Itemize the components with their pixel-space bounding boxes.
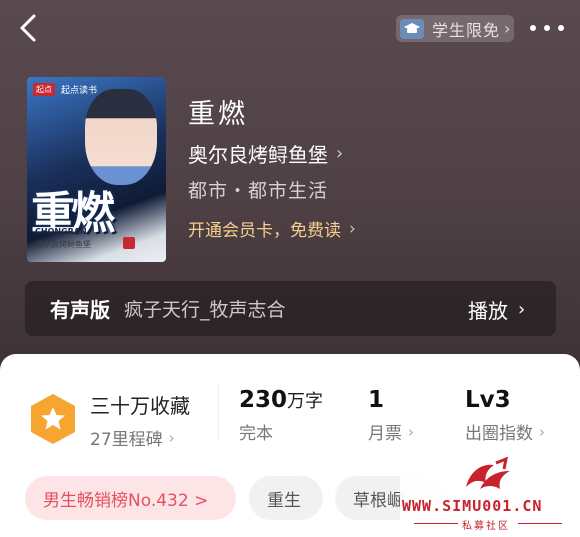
more-dot xyxy=(544,25,550,31)
stat-divider xyxy=(218,384,219,440)
vip-prompt: 开通会员卡，免费读 xyxy=(188,221,341,241)
cover-illustration xyxy=(85,89,157,185)
words-stat: 230万字 完本 xyxy=(239,387,323,444)
more-dot xyxy=(558,25,564,31)
watermark-sub: 私募社区 xyxy=(462,521,510,532)
author-link[interactable]: 奥尔良烤鲟鱼堡 › xyxy=(188,139,343,168)
book-genre: 都市・都市生活 xyxy=(188,180,329,202)
chevron-right-icon: › xyxy=(539,422,545,441)
word-count-unit: 万字 xyxy=(287,391,324,412)
chevron-right-icon: › xyxy=(336,143,344,164)
more-button[interactable] xyxy=(530,20,564,36)
popularity-level: Lv3 xyxy=(465,387,511,413)
tag-rebirth[interactable]: 重生 xyxy=(249,476,323,520)
audio-version-bar[interactable]: 有声版 疯子天行_牧声志合 播放 › xyxy=(25,281,556,336)
book-title: 重燃 xyxy=(188,99,248,130)
audio-narrator: 疯子天行_牧声志合 xyxy=(124,299,286,321)
monthly-vote-label: 月票 xyxy=(368,424,402,444)
popularity-label: 出圈指数 xyxy=(465,424,533,444)
monthly-vote-count: 1 xyxy=(368,387,385,413)
chevron-right-icon: › xyxy=(518,299,526,320)
book-cover[interactable]: 起点 起点读书 重燃 CHONGRAN 奥尔良烤鲟鱼堡 xyxy=(27,77,166,262)
play-button[interactable]: 播放 › xyxy=(468,295,525,324)
popularity-index-stat[interactable]: Lv3 出圈指数 › xyxy=(465,387,545,444)
student-free-badge[interactable]: 学生限免 › xyxy=(396,15,514,42)
cover-logo: 起点 xyxy=(33,83,55,96)
collect-stat[interactable]: 三十万收藏 27里程碑 › xyxy=(90,390,190,450)
watermark-line xyxy=(518,523,562,524)
top-bar: 学生限免 › xyxy=(0,0,580,58)
word-count-number: 230 xyxy=(239,387,288,413)
completion-status: 完本 xyxy=(239,424,273,444)
watermark-logo xyxy=(466,457,510,489)
site-watermark: WWW.SIMU001.CN 私募社区 xyxy=(400,455,580,537)
author-name: 奥尔良烤鲟鱼堡 xyxy=(188,143,328,167)
cover-author: 奥尔良烤鲟鱼堡 xyxy=(35,240,91,249)
student-badge-label: 学生限免 xyxy=(432,20,501,40)
watermark-line xyxy=(414,523,458,524)
milestone-label: 27里程碑 xyxy=(90,430,163,450)
milestone-link[interactable]: 27里程碑 › xyxy=(90,425,190,451)
audio-label: 有声版 xyxy=(50,298,110,322)
cover-pinyin: CHONGRAN xyxy=(35,227,87,236)
watermark-site: WWW.SIMU001.CN xyxy=(402,497,543,515)
back-button[interactable] xyxy=(14,10,42,46)
monthly-vote-stat[interactable]: 1 月票 › xyxy=(368,387,414,444)
cover-seal xyxy=(123,237,135,249)
chevron-right-icon: › xyxy=(349,218,356,239)
cover-logo-text: 起点读书 xyxy=(61,86,98,96)
chevron-right-icon: › xyxy=(168,428,175,447)
collect-count: 三十万收藏 xyxy=(90,394,190,418)
graduation-cap-icon xyxy=(400,18,424,39)
chevron-right-icon: › xyxy=(504,19,511,38)
play-label: 播放 xyxy=(468,299,508,323)
ranking-tag[interactable]: 男生畅销榜No.432 > xyxy=(25,476,236,520)
chevron-left-icon xyxy=(20,14,36,42)
star-medal-icon xyxy=(31,394,75,444)
vip-card-link[interactable]: 开通会员卡，免费读 › xyxy=(188,216,356,242)
chevron-right-icon: › xyxy=(408,422,414,441)
more-dot xyxy=(530,25,536,31)
